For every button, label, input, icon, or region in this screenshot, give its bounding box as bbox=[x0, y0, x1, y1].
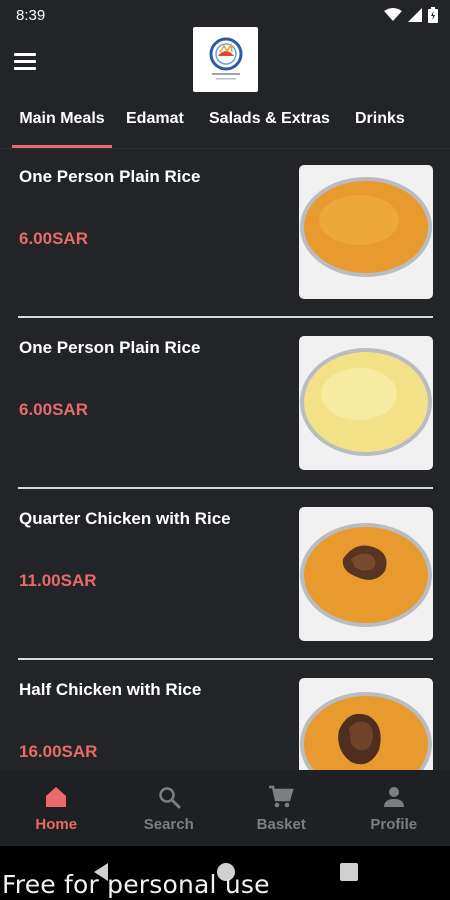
item-divider bbox=[18, 487, 433, 489]
tab-label: Edamat bbox=[126, 110, 184, 127]
item-divider bbox=[18, 658, 433, 660]
item-price: 16.00SAR bbox=[19, 742, 98, 761]
item-divider bbox=[18, 316, 433, 318]
cart-icon bbox=[268, 784, 294, 810]
menu-item[interactable]: One Person Plain Rice 6.00SAR bbox=[0, 150, 450, 321]
bottom-navigation: Home Search Basket Profile bbox=[0, 770, 450, 846]
item-image bbox=[299, 165, 433, 299]
tab-edamat[interactable]: Edamat bbox=[126, 100, 184, 148]
nav-search[interactable]: Search bbox=[113, 770, 226, 846]
menu-item[interactable]: Half Chicken with Rice 16.00SAR bbox=[0, 663, 450, 770]
item-image bbox=[299, 678, 433, 770]
orange-rice-plate-icon bbox=[300, 177, 432, 277]
white-rice-plate-icon bbox=[300, 348, 432, 456]
chicken-rice-plate-icon bbox=[300, 692, 432, 770]
item-name: Quarter Chicken with Rice bbox=[19, 509, 231, 528]
status-bar: 8:39 bbox=[0, 0, 450, 30]
tab-main-meals[interactable]: Main Meals bbox=[12, 100, 112, 148]
nav-label: Home bbox=[35, 816, 78, 833]
app-header bbox=[0, 27, 450, 92]
menu-line bbox=[14, 52, 36, 56]
status-time: 8:39 bbox=[16, 6, 46, 24]
item-name: Half Chicken with Rice bbox=[19, 680, 202, 699]
nav-label: Profile bbox=[370, 816, 418, 833]
item-price: 6.00SAR bbox=[19, 229, 88, 248]
nav-label: Search bbox=[143, 816, 194, 833]
tab-label: Main Meals bbox=[19, 110, 105, 127]
signal-icon bbox=[408, 8, 422, 22]
item-image bbox=[299, 507, 433, 641]
menu-line bbox=[14, 59, 36, 63]
item-name: One Person Plain Rice bbox=[19, 167, 201, 186]
status-icons bbox=[384, 7, 438, 23]
tab-label: Salads & Extras bbox=[209, 110, 330, 127]
nav-label: Basket bbox=[256, 816, 306, 833]
item-price: 6.00SAR bbox=[19, 400, 88, 419]
tab-label: Drinks bbox=[355, 110, 405, 127]
nav-profile[interactable]: Profile bbox=[338, 770, 450, 846]
search-icon bbox=[156, 784, 182, 810]
nav-basket[interactable]: Basket bbox=[225, 770, 338, 846]
watermark-text: Free for personal use bbox=[2, 870, 270, 899]
item-name: One Person Plain Rice bbox=[19, 338, 201, 357]
recents-icon[interactable] bbox=[340, 863, 358, 881]
menu-item[interactable]: One Person Plain Rice 6.00SAR bbox=[0, 321, 450, 492]
wifi-icon bbox=[384, 8, 402, 21]
tab-salads-extras[interactable]: Salads & Extras bbox=[209, 100, 330, 148]
restaurant-logo bbox=[193, 27, 258, 92]
chicken-rice-plate-icon bbox=[300, 523, 432, 627]
menu-line bbox=[14, 66, 36, 70]
nav-home[interactable]: Home bbox=[0, 770, 113, 846]
tabs-divider bbox=[0, 148, 450, 149]
category-tabs: Main Meals Edamat Salads & Extras Drinks bbox=[0, 100, 450, 148]
menu-item[interactable]: Quarter Chicken with Rice 11.00SAR bbox=[0, 492, 450, 663]
item-image bbox=[299, 336, 433, 470]
menu-item-list[interactable]: One Person Plain Rice 6.00SAR One Person… bbox=[0, 150, 450, 770]
home-icon bbox=[43, 784, 69, 810]
item-price: 11.00SAR bbox=[19, 571, 97, 590]
logo-emblem-icon bbox=[209, 37, 242, 79]
menu-button[interactable] bbox=[14, 48, 42, 74]
battery-icon bbox=[428, 7, 438, 23]
tab-drinks[interactable]: Drinks bbox=[355, 100, 405, 148]
profile-icon bbox=[381, 784, 407, 810]
